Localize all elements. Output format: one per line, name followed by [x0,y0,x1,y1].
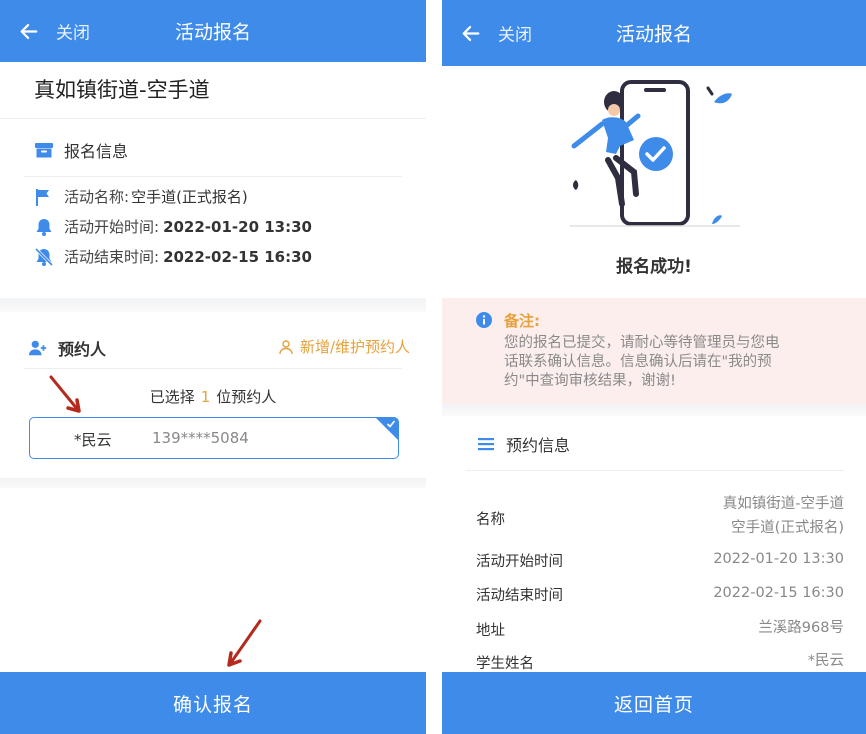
detail-value-line: 空手道(正式报名) [731,520,844,536]
list-icon [478,438,494,451]
detail-label: 活动结束时间 [476,588,563,604]
detail-value-line: 2022-01-20 13:30 [713,551,844,567]
info-row-start-time: 活动开始时间: 2022-01-20 13:30 [34,216,312,237]
detail-value: 真如镇街道-空手道 空手道(正式报名) [723,492,844,540]
detail-row-name: 名称 真如镇街道-空手道 空手道(正式报名) [476,496,844,536]
success-illustration [570,80,740,227]
selected-number: 1 [200,388,211,406]
note-label: 备注: [504,312,540,330]
return-home-button[interactable]: 返回首页 [442,672,866,734]
maintain-label: 新增/维护预约人 [299,338,410,356]
detail-label: 活动开始时间 [476,554,563,570]
divider [466,470,844,471]
divider [24,176,402,177]
note-text: 您的报名已提交，请耐心等待管理员与您电 话联系确认信息。信息确认后请在"我的预 … [504,334,814,391]
section-title: 预约人 [58,340,107,359]
info-value: 空手道(正式报名) [131,188,248,206]
info-row-end-time: 活动结束时间: 2022-02-15 16:30 [34,246,312,267]
detail-value-line: 真如镇街道-空手道 [722,496,844,512]
confirm-registration-button[interactable]: 确认报名 [0,672,426,734]
note-box: 备注: 您的报名已提交，请耐心等待管理员与您电 话联系确认信息。信息确认后请在"… [442,298,866,404]
back-button[interactable]: 关闭 [460,21,532,46]
archive-box-icon [35,143,53,158]
detail-label: 名称 [476,512,505,528]
detail-row-start-time: 活动开始时间 2022-01-20 13:30 [476,550,844,571]
divider [24,368,402,369]
check-icon [386,420,396,428]
info-label: 活动结束时间: [64,248,160,266]
registration-info-heading: 报名信息 [34,138,128,162]
close-label[interactable]: 关闭 [56,19,90,44]
detail-value: 兰溪路968号 [758,616,844,640]
info-row-activity-name: 活动名称: 空手道(正式报名) [34,186,248,207]
detail-value-line: 2022-02-15 16:30 [713,585,844,601]
info-label: 活动开始时间: [64,218,160,236]
bell-slash-icon [34,247,54,266]
person-phone: 139****5084 [152,429,249,447]
nav-bar: 关闭 活动报名 [442,0,866,66]
selected-suffix: 位预约人 [216,388,277,406]
selected-prefix: 已选择 [149,388,195,406]
info-value: 2022-02-15 16:30 [163,247,312,266]
detail-label: 学生姓名 [476,656,534,672]
maintain-reservation-link[interactable]: 新增/维护预约人 [278,336,410,357]
detail-row-address: 地址 兰溪路968号 [476,619,844,640]
back-button[interactable]: 关闭 [18,19,90,44]
detail-label: 地址 [476,623,505,639]
detail-row-student-name: 学生姓名 *民云 [476,652,844,673]
divider [0,118,426,119]
section-title: 预约信息 [506,436,571,455]
user-outline-icon [279,339,293,354]
note-line: 话联系确认信息。信息确认后请在"我的预 [504,354,772,370]
detail-value-line: *民云 [807,653,844,669]
section-title: 报名信息 [64,142,129,161]
note-line: 约"中查询审核结果，谢谢! [504,373,676,389]
detail-value: 2022-02-15 16:30 [713,581,844,605]
detail-value-line: 兰溪路968号 [758,620,844,636]
person-card-selected[interactable]: *民云 139****5084 [29,417,399,459]
detail-value: 2022-01-20 13:30 [713,547,844,571]
info-value: 2022-01-20 13:30 [163,217,312,236]
org-title: 真如镇街道-空手道 [34,78,210,102]
screen-gap [426,0,442,734]
section-separator [0,478,426,488]
registration-screen: 关闭 活动报名 真如镇街道-空手道 报名信息 活动名称: 空手道(正式报名) 活… [0,0,426,734]
registration-success-screen: 关闭 活动报名 报名成功! 备注: 您的报名已提交，请耐心等待管理员与您电 话联… [442,0,866,734]
section-separator [0,298,426,312]
arrow-left-icon [462,25,480,41]
info-label: 活动名称: [64,188,130,206]
booking-info-heading: 预约信息 [476,432,570,456]
detail-row-end-time: 活动结束时间 2022-02-15 16:30 [476,584,844,605]
flag-icon [36,188,49,206]
bell-icon [36,218,52,236]
section-separator [442,404,866,416]
reservation-heading: 预约人 [28,336,106,360]
close-label[interactable]: 关闭 [498,21,532,46]
note-line: 您的报名已提交，请耐心等待管理员与您电 [504,335,780,351]
info-circle-icon [476,312,492,328]
user-plus-icon [28,340,47,356]
success-message: 报名成功! [616,257,692,277]
red-arrow-annotation [227,619,262,667]
arrow-left-icon [20,23,38,39]
person-name: *民云 [74,431,112,449]
detail-value: *民云 [808,649,844,673]
nav-bar: 关闭 活动报名 [0,0,426,62]
red-arrow-annotation [49,375,81,413]
